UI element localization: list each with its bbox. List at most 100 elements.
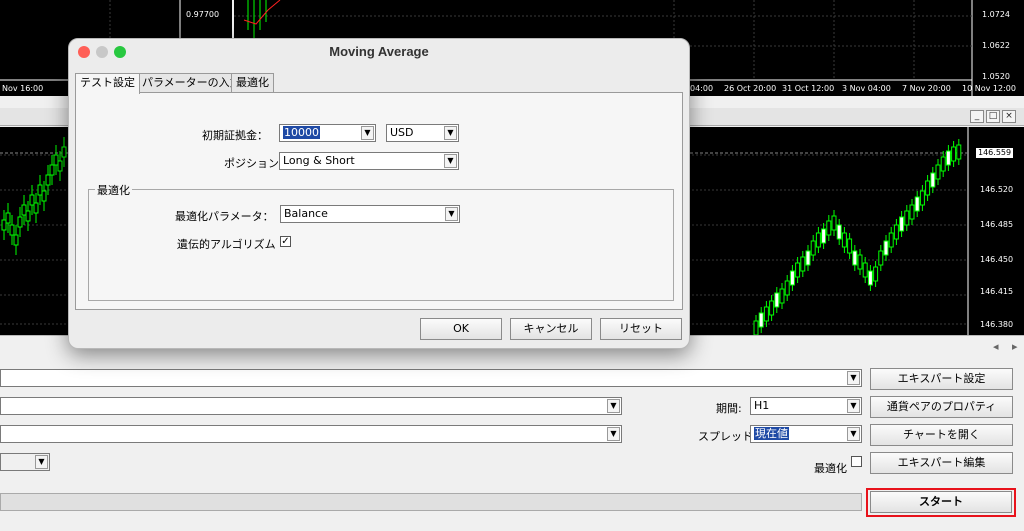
zoom-dot[interactable] xyxy=(114,46,126,58)
reset-button[interactable]: リセット xyxy=(600,318,682,340)
tab-parameters[interactable]: パラメーターの入力 xyxy=(137,73,246,93)
candle-body xyxy=(49,164,55,176)
expert-settings-button[interactable]: エキスパート設定 xyxy=(870,368,1013,390)
chevron-down-icon[interactable]: ▼ xyxy=(847,427,860,441)
candle-body xyxy=(940,156,946,172)
chevron-down-icon[interactable]: ▼ xyxy=(35,455,48,469)
current-price-label: 146.559 xyxy=(976,148,1014,158)
candle-body xyxy=(810,240,816,256)
price-tick: 146.520 xyxy=(980,185,1014,194)
expert-select[interactable]: ▼ xyxy=(0,369,862,387)
candle-body xyxy=(888,232,894,248)
price-tick: 146.380 xyxy=(980,320,1014,329)
candle-body xyxy=(821,228,827,244)
candle-body xyxy=(956,144,962,160)
candle-body xyxy=(1,219,7,231)
candle-body xyxy=(904,210,910,226)
candles-left xyxy=(1,137,67,255)
period-select[interactable]: H1 ▼ xyxy=(750,397,862,415)
open-chart-button[interactable]: チャートを開く xyxy=(870,424,1013,446)
candle-body xyxy=(53,154,59,166)
candle-body xyxy=(21,204,27,216)
candle-body xyxy=(37,184,43,196)
minimize-dot[interactable] xyxy=(96,46,108,58)
candle-body xyxy=(25,210,31,222)
chevron-down-icon[interactable]: ▼ xyxy=(847,399,860,413)
currency-select[interactable]: USD ▼ xyxy=(386,124,459,142)
edit-expert-button[interactable]: エキスパート編集 xyxy=(870,452,1013,474)
minimize-button[interactable]: _ xyxy=(970,110,984,123)
close-button[interactable]: × xyxy=(1002,110,1016,123)
tab-optimization[interactable]: 最適化 xyxy=(231,73,274,93)
close-dot[interactable] xyxy=(78,46,90,58)
genetic-label: 遺伝的アルゴリズム xyxy=(177,238,276,251)
candle-body xyxy=(873,266,879,282)
time-tick: 26 Oct 20:00 xyxy=(724,84,777,93)
candle-body xyxy=(13,234,19,246)
candle-body xyxy=(753,320,759,335)
scroll-right-arrow[interactable]: ▸ xyxy=(1012,340,1018,353)
start-button[interactable]: スタート xyxy=(870,491,1012,513)
candle-body xyxy=(769,300,775,316)
candle-body xyxy=(789,270,795,286)
chevron-down-icon[interactable]: ▼ xyxy=(847,371,860,385)
candle-body xyxy=(951,146,957,162)
candle-body xyxy=(878,250,884,266)
candle-body xyxy=(831,215,837,231)
chevron-down-icon[interactable]: ▼ xyxy=(361,126,374,140)
candle-body xyxy=(841,232,847,248)
chevron-down-icon[interactable]: ▼ xyxy=(444,154,457,168)
chevron-down-icon[interactable]: ▼ xyxy=(445,207,458,221)
opt-param-select[interactable]: Balance ▼ xyxy=(280,205,460,223)
candle-body xyxy=(945,150,951,166)
time-tick: 10 Nov 12:00 xyxy=(962,84,1016,93)
price-tick: 1.0724 xyxy=(982,10,1010,19)
model-select[interactable]: ▼ xyxy=(0,425,622,443)
scroll-left-arrow[interactable]: ◂ xyxy=(993,340,999,353)
tab-test-settings[interactable]: テスト設定 xyxy=(75,73,140,94)
candle-body xyxy=(930,172,936,188)
time-tick: 31 Oct 12:00 xyxy=(782,84,835,93)
tab-pane: 初期証拠金： 10000 ▼ USD ▼ ポジション： Long & Short ▼ … xyxy=(75,92,683,310)
candle-body xyxy=(774,292,780,308)
optimization-group: 最適化 最適化パラメータ： Balance ▼ 遺伝的アルゴリズム ✓ xyxy=(88,182,674,301)
deposit-input[interactable]: 10000 ▼ xyxy=(279,124,376,142)
symbol-properties-button[interactable]: 通貨ペアのプロパティ xyxy=(870,396,1013,418)
moving-average-dialog: Moving Average テスト設定 パラメーターの入力 最適化 初期証拠金… xyxy=(68,38,690,349)
candle-body xyxy=(763,306,769,322)
period-label: 期間: xyxy=(716,402,742,415)
price-tick: 1.0622 xyxy=(982,41,1010,50)
candle-body xyxy=(17,216,23,228)
candle-body xyxy=(899,216,905,232)
candle-body xyxy=(852,250,858,266)
candle-body xyxy=(784,280,790,296)
candle-body xyxy=(29,194,35,206)
price-tick: 146.415 xyxy=(980,287,1014,296)
group-title: 最適化 xyxy=(95,182,132,198)
candle-body xyxy=(33,202,39,214)
restore-button[interactable]: □ xyxy=(986,110,1000,123)
date-select[interactable]: ▼ xyxy=(0,453,50,471)
ok-button[interactable]: OK xyxy=(420,318,502,340)
price-tick: 146.450 xyxy=(980,255,1014,264)
spread-select[interactable]: 現在値 ▼ xyxy=(750,425,862,443)
top-right-candles xyxy=(247,0,267,38)
symbol-select[interactable]: ▼ xyxy=(0,397,622,415)
chevron-down-icon[interactable]: ▼ xyxy=(607,399,620,413)
candle-body xyxy=(826,220,832,236)
opt-param-label: 最適化パラメータ： xyxy=(175,210,274,223)
price-tick: 0.97700 xyxy=(186,10,220,19)
dialog-title: Moving Average xyxy=(329,44,429,59)
position-select[interactable]: Long & Short ▼ xyxy=(279,152,459,170)
candle-body xyxy=(883,240,889,256)
chevron-down-icon[interactable]: ▼ xyxy=(444,126,457,140)
genetic-checkbox[interactable]: ✓ xyxy=(280,236,291,247)
candle-body xyxy=(779,288,785,304)
candle-body xyxy=(41,190,47,202)
optimize-checkbox[interactable] xyxy=(851,456,862,467)
optimize-label: 最適化 xyxy=(814,462,847,475)
candle-body xyxy=(800,256,806,272)
candle-body xyxy=(862,262,868,278)
cancel-button[interactable]: キャンセル xyxy=(510,318,592,340)
chevron-down-icon[interactable]: ▼ xyxy=(607,427,620,441)
